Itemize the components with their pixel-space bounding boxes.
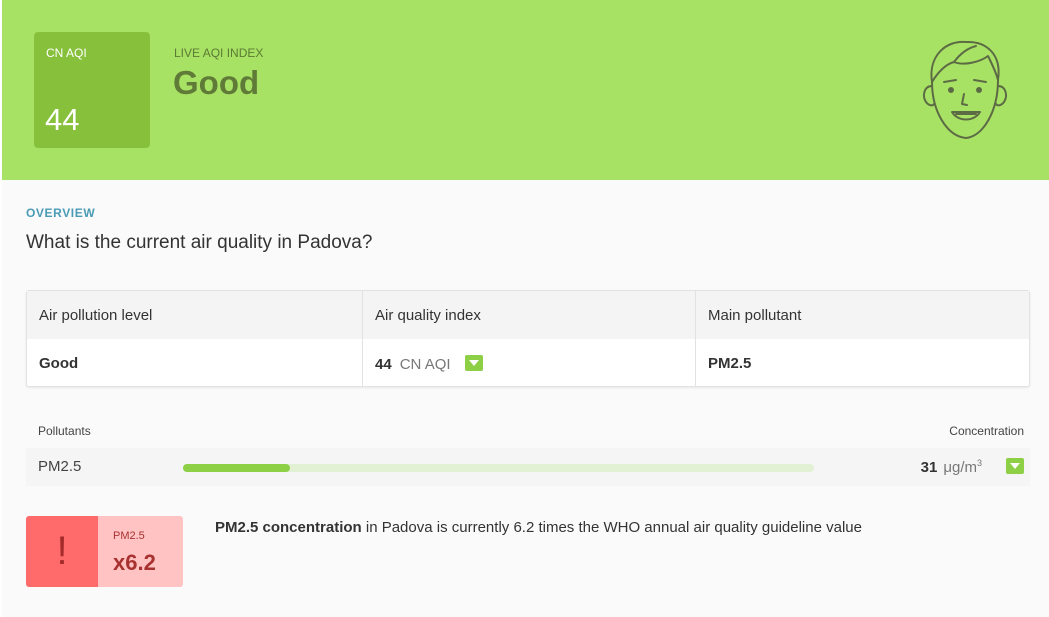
column-header: Main pollutant (708, 307, 802, 324)
pollutant-row: PM2.5 31 μg/m3 (26, 448, 1030, 486)
who-guideline-alert-badge: ! PM2.5 x6.2 (26, 516, 183, 587)
aqi-value: 44 (45, 102, 80, 137)
column-header: Air quality index (375, 307, 481, 324)
alert-description-bold: PM2.5 concentration (215, 519, 362, 536)
alert-pollutant: PM2.5 (113, 530, 145, 542)
exclamation-icon: ! (26, 516, 98, 587)
aqi-banner (2, 0, 1049, 180)
concentration-bar (183, 464, 814, 472)
alert-info: PM2.5 x6.2 (98, 516, 183, 587)
aqi-unit-dropdown-icon[interactable] (464, 355, 483, 371)
concentration-value: 31 μg/m3 (921, 458, 982, 476)
concentration-unit-dropdown-icon[interactable] (1006, 458, 1024, 474)
alert-description-rest: in Padova is currently 6.2 times the WHO… (361, 519, 862, 536)
table-column-level: Air pollution level Good (27, 291, 362, 386)
aqi-status: Good (173, 64, 260, 101)
pollution-level-value: Good (39, 355, 79, 372)
aqi-cell: 44 CN AQI (375, 355, 483, 373)
smiling-face-icon (923, 40, 1007, 139)
concentration-bar-fill (183, 464, 291, 472)
section-label: OVERVIEW (26, 206, 96, 220)
column-header: Air pollution level (39, 307, 153, 324)
air-quality-summary-table: Air pollution level Good Air quality ind… (26, 290, 1030, 387)
pollutant-name: PM2.5 (38, 458, 82, 475)
aqi-cell-value: 44 (375, 356, 392, 373)
alert-description: PM2.5 concentration in Padova is current… (215, 519, 862, 536)
concentration-unit: μg/m3 (943, 458, 982, 476)
unit-superscript: 3 (976, 458, 982, 468)
table-column-pollutant: Main pollutant PM2.5 (695, 291, 1029, 386)
concentration-number: 31 (920, 459, 938, 476)
unit-text: μg/m (943, 459, 977, 476)
aqi-unit: CN AQI (399, 356, 451, 373)
live-aqi-label: LIVE AQI INDEX (174, 46, 264, 60)
aqi-score-box: CN AQI 44 (34, 32, 150, 148)
aqi-scale-label: CN AQI (46, 46, 87, 60)
concentration-header: Concentration (949, 424, 1024, 438)
pollutants-header: Pollutants (38, 424, 91, 438)
alert-multiplier: x6.2 (113, 550, 156, 575)
table-column-aqi: Air quality index 44 CN AQI (362, 291, 695, 386)
page-question: What is the current air quality in Padov… (26, 232, 373, 253)
main-pollutant-value: PM2.5 (708, 355, 752, 372)
